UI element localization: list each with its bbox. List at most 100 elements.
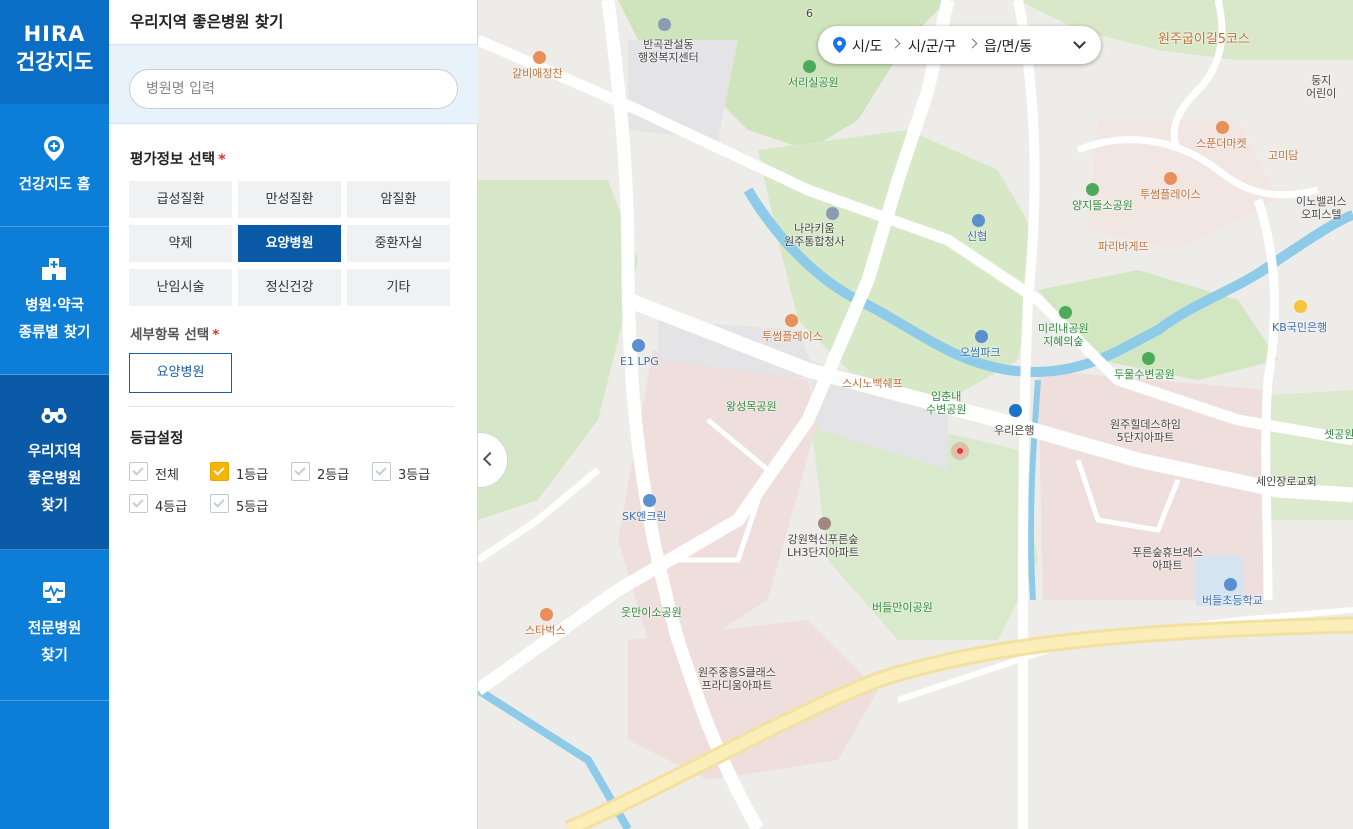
category-button-mental-health[interactable]: 정신건강: [238, 269, 341, 306]
park-marker-icon[interactable]: [1086, 183, 1099, 196]
map-label-text: 미리내공원: [1038, 322, 1089, 335]
bank-marker-icon[interactable]: [972, 214, 985, 227]
map-label-text: 어린이: [1306, 87, 1337, 100]
grade-checkbox-1[interactable]: 1등급: [210, 462, 274, 483]
gas-station-marker-icon[interactable]: [632, 339, 645, 352]
cafe-marker-icon[interactable]: [785, 314, 798, 327]
map-label-bakery[interactable]: 파리바게뜨: [1098, 240, 1149, 253]
map-label-bank[interactable]: KB국민은행: [1272, 321, 1327, 334]
map-label-gas-station[interactable]: SK엔크린: [622, 510, 667, 523]
map-label-park[interactable]: 셋공원: [1324, 428, 1353, 441]
map-label-apartment[interactable]: 푸른숲휴브레스 아파트: [1132, 546, 1203, 572]
map-label-officetel[interactable]: 이노밸리스 오피스텔: [1296, 195, 1347, 221]
park-marker-icon[interactable]: [1142, 352, 1155, 365]
grade-checkbox-3[interactable]: 3등급: [372, 462, 436, 483]
map-label-store[interactable]: 스푼더마켓: [1196, 137, 1247, 150]
nav-item-label: 찾기: [41, 498, 68, 514]
map-label-text: 수변공원: [926, 403, 967, 416]
school-marker-icon[interactable]: [1224, 578, 1237, 591]
region-sigungu[interactable]: 시/군/구: [908, 36, 956, 56]
map-label-text: 입춘내: [931, 390, 962, 403]
category-button-medication[interactable]: 약제: [129, 225, 232, 262]
location-pin-icon: [833, 37, 846, 53]
chevron-left-icon: [482, 451, 498, 467]
gas-station-marker-icon[interactable]: [643, 494, 656, 507]
map-label-apartment[interactable]: 원주힐데스하임 5단지아파트: [1110, 418, 1181, 444]
map-label-park[interactable]: 웃만이소공원: [621, 606, 682, 619]
bank-marker-icon[interactable]: [1009, 404, 1022, 417]
map-label-apartment[interactable]: 원주중흥S클래스 프라디움아파트: [698, 666, 776, 692]
grade-checkbox-all[interactable]: 전체: [129, 462, 189, 483]
grade-checkbox-2[interactable]: 2등급: [291, 462, 355, 483]
map-label-apartment[interactable]: 강원혁신푸른숲 LH3단지아파트: [787, 533, 859, 559]
store-marker-icon[interactable]: [1216, 121, 1229, 134]
kb-bank-marker-icon[interactable]: [1294, 300, 1307, 313]
map-label-gas-station[interactable]: E1 LPG: [620, 355, 659, 368]
map-label-text: 행정복지센터: [638, 51, 699, 64]
category-button-infertility[interactable]: 난임시술: [129, 269, 232, 306]
category-button-icu[interactable]: 중환자실: [347, 225, 450, 262]
detail-title-text: 세부항목 선택: [130, 327, 210, 343]
grade-checkbox-5[interactable]: 5등급: [210, 494, 274, 515]
nav-item-label: 찾기: [41, 648, 68, 664]
category-button-acute[interactable]: 급성질환: [129, 181, 232, 218]
park-marker-icon[interactable]: [1059, 306, 1072, 319]
grade-checkbox-4[interactable]: 4등급: [129, 494, 193, 515]
building-marker-icon[interactable]: [826, 207, 839, 220]
cafe-marker-icon[interactable]: [1164, 172, 1177, 185]
nav-item-local-good-hospital[interactable]: 우리지역 좋은병원 찾기: [0, 375, 109, 550]
facility-marker-icon[interactable]: [975, 330, 988, 343]
region-selector[interactable]: 시/도 시/군/구 읍/면/동: [818, 26, 1101, 64]
park-marker-icon[interactable]: [803, 60, 816, 73]
category-button-cancer[interactable]: 암질환: [347, 181, 450, 218]
cafe-marker-icon[interactable]: [540, 608, 553, 621]
detail-item-button[interactable]: 요양병원: [129, 353, 232, 393]
required-mark: *: [212, 327, 220, 343]
map-label-facility[interactable]: 오썸파크: [960, 346, 1000, 359]
region-dong[interactable]: 읍/면/동: [984, 36, 1032, 56]
chevron-down-icon[interactable]: [1073, 36, 1086, 49]
map-label-park[interactable]: 서리실공원: [788, 76, 839, 89]
chevron-right-icon: [967, 38, 978, 49]
map-label-park[interactable]: 입춘내 수변공원: [926, 390, 966, 416]
map-label-bank[interactable]: 신협: [967, 230, 987, 243]
nav-item-label: 병원·약국: [25, 298, 84, 314]
nav-item-specialty-hospital[interactable]: 전문병원 찾기: [0, 550, 109, 701]
map-label-walking-trail[interactable]: 원주굽이길5코스: [1158, 33, 1250, 46]
category-button-chronic[interactable]: 만성질환: [238, 181, 341, 218]
map-label-bank[interactable]: 우리은행: [994, 424, 1034, 437]
hospital-name-search-input[interactable]: [129, 69, 458, 109]
map-label-community-center[interactable]: 반곡관설동 행정복지센터: [638, 38, 699, 64]
grade-checkbox-label: 3등급: [398, 468, 431, 483]
map-label-text: 프라디움아파트: [701, 679, 773, 692]
map-label-cafe[interactable]: 투썸플레이스: [762, 330, 823, 343]
hira-logo[interactable]: HIRA 건강지도: [0, 0, 109, 104]
map-label-park[interactable]: 버들만이공원: [872, 601, 933, 614]
map-label-church[interactable]: 세인장로교회: [1256, 475, 1317, 488]
hospital-icon: [42, 258, 66, 280]
detail-section-title: 세부항목 선택 *: [130, 323, 219, 343]
map-label-kindergarten[interactable]: 둥지 어린이: [1306, 74, 1336, 100]
apartment-marker-icon[interactable]: [818, 517, 831, 530]
map-label-park[interactable]: 두물수변공원: [1114, 368, 1175, 381]
map-label-park[interactable]: 왕성목공원: [726, 400, 777, 413]
category-button-nursing-hospital[interactable]: 요양병원: [238, 225, 341, 262]
map-label-government-office[interactable]: 나라키움 원주통합청사: [784, 222, 845, 248]
region-sido[interactable]: 시/도: [852, 36, 882, 56]
map-label-restaurant[interactable]: 갈비애정찬: [512, 67, 563, 80]
map-label-park[interactable]: 미리내공원 지혜의숲: [1038, 322, 1089, 348]
map-view[interactable]: 원주굽이길5코스 반곡관설동 행정복지센터 서리실공원 갈비애정찬 스푼더마켓 고…: [478, 0, 1353, 829]
map-label-cafe[interactable]: 투썸플레이스: [1140, 188, 1201, 201]
map-label-cafe[interactable]: 스타벅스: [525, 624, 565, 637]
nav-item-health-map-home[interactable]: 건강지도 홈: [0, 104, 109, 227]
map-label-park[interactable]: 양지뜰소공원: [1072, 199, 1133, 212]
logo-text-line1: HIRA: [23, 22, 86, 46]
building-marker-icon[interactable]: [658, 18, 671, 31]
nav-item-hospital-pharmacy-by-type[interactable]: 병원·약국 종류별 찾기: [0, 227, 109, 375]
restaurant-marker-icon[interactable]: [533, 51, 546, 64]
map-label-school[interactable]: 버들초등학교: [1202, 594, 1263, 607]
category-button-other[interactable]: 기타: [347, 269, 450, 306]
map-label-restaurant[interactable]: 고미담: [1268, 149, 1298, 162]
current-location-marker[interactable]: [951, 442, 969, 460]
map-label-restaurant[interactable]: 스시노백쉐프: [842, 377, 903, 390]
